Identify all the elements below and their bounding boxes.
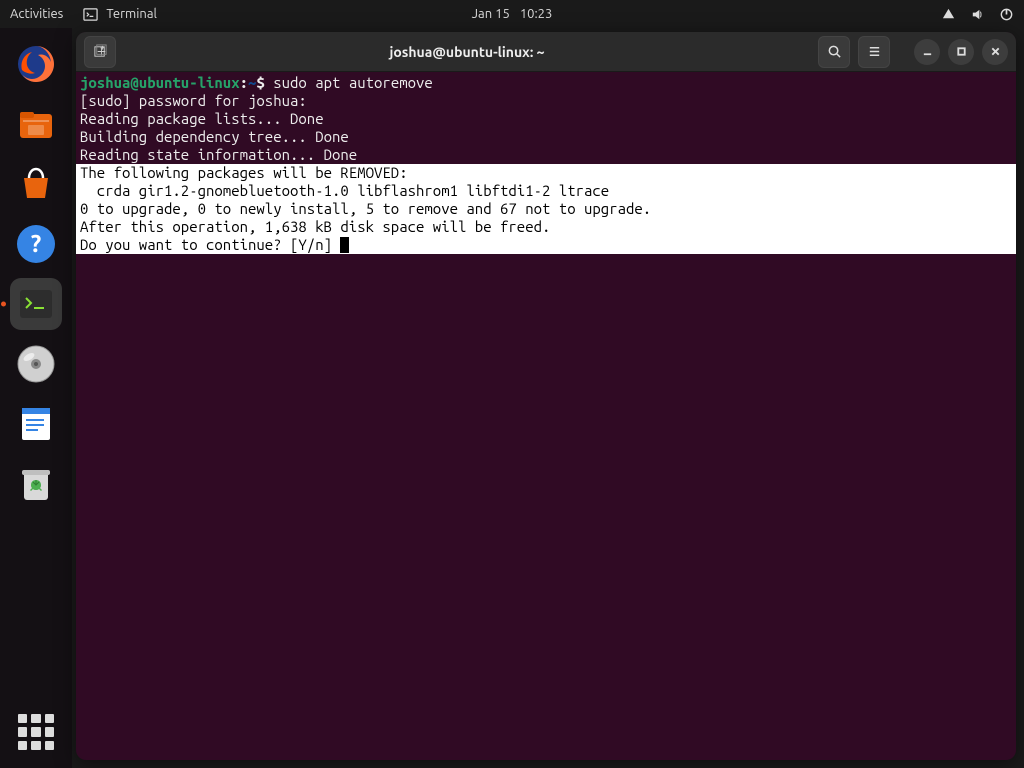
dock-trash[interactable] (10, 458, 62, 510)
minimize-button[interactable] (914, 39, 940, 65)
power-icon[interactable] (999, 7, 1014, 22)
dock-texteditor[interactable] (10, 398, 62, 450)
network-icon[interactable] (941, 7, 956, 22)
titlebar: joshua@ubuntu-linux: ~ (76, 32, 1016, 72)
svg-text:?: ? (31, 230, 42, 257)
dock-software[interactable] (10, 158, 62, 210)
time-label: 10:23 (520, 7, 553, 21)
volume-icon[interactable] (970, 7, 985, 22)
dock: ? (0, 28, 72, 768)
terminal-window: joshua@ubuntu-linux: ~ joshua@ubuntu-lin… (76, 32, 1016, 760)
maximize-button[interactable] (948, 39, 974, 65)
dock-terminal[interactable] (10, 278, 62, 330)
app-name-label: Terminal (106, 7, 157, 21)
date-label: Jan 15 (472, 7, 510, 21)
search-button[interactable] (818, 36, 850, 68)
dock-firefox[interactable] (10, 38, 62, 90)
dock-help[interactable]: ? (10, 218, 62, 270)
hamburger-menu[interactable] (858, 36, 890, 68)
window-title: joshua@ubuntu-linux: ~ (124, 44, 810, 60)
dock-disk[interactable] (10, 338, 62, 390)
new-tab-button[interactable] (84, 36, 116, 68)
show-applications[interactable] (18, 714, 54, 750)
dock-files[interactable] (10, 98, 62, 150)
top-panel: Activities Terminal Jan 15 10:23 (0, 0, 1024, 28)
app-menu[interactable]: Terminal (83, 7, 157, 22)
terminal-icon (83, 7, 98, 22)
clock[interactable]: Jan 15 10:23 (472, 7, 553, 21)
terminal-body[interactable]: joshua@ubuntu-linux:~$ sudo apt autoremo… (76, 72, 1016, 760)
activities-button[interactable]: Activities (10, 7, 63, 21)
close-button[interactable] (982, 39, 1008, 65)
